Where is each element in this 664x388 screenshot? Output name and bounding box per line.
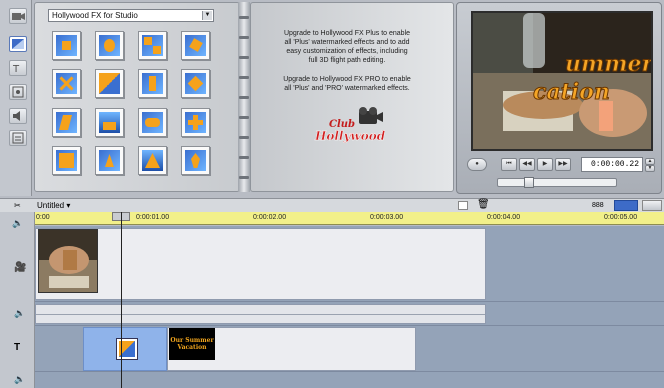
video-clip-thumbnail xyxy=(39,230,97,292)
menus-tab[interactable] xyxy=(9,130,27,146)
image-icon xyxy=(12,86,24,98)
ruler-label: 0:00:04.00 xyxy=(487,214,521,221)
ruler-label: 0:00:01.00 xyxy=(136,214,170,221)
transitions-tab[interactable] xyxy=(9,36,27,52)
effect-set-dropdown[interactable]: Hollywood FX for Studio ▼ xyxy=(48,9,214,22)
timeline-toolbar: ✂ Untitled ▾ 🗑 888 xyxy=(0,198,664,212)
transition-clip[interactable] xyxy=(83,327,167,371)
playhead-line[interactable] xyxy=(121,212,122,388)
ruler-label: 0:00:03.00 xyxy=(370,214,404,221)
split-clip-icon[interactable] xyxy=(458,201,468,210)
transition-thumbnail[interactable] xyxy=(95,31,124,60)
ruler-label: 0:00 xyxy=(36,214,50,221)
audio-waveform xyxy=(36,314,485,315)
sound-effects-tab[interactable] xyxy=(9,108,27,124)
titles-tab[interactable]: T xyxy=(9,60,27,76)
timeline-view-button[interactable] xyxy=(614,200,638,211)
transition-thumbnail[interactable] xyxy=(181,69,210,98)
trash-icon[interactable]: 🗑 xyxy=(477,199,490,210)
timeline-tracks: Our Summer Vacation xyxy=(35,226,664,388)
transition-thumbnail[interactable] xyxy=(181,146,210,175)
audio-track-icon[interactable]: 🔈 xyxy=(14,308,25,319)
project-title-text: Untitled xyxy=(37,201,65,210)
playback-scrubber[interactable] xyxy=(497,177,617,188)
audio-track xyxy=(35,302,664,326)
transition-thumbnail[interactable] xyxy=(95,69,124,98)
transition-thumbnail[interactable] xyxy=(52,146,81,175)
upgrade-pro-text: Upgrade to Hollywood FX PRO to enable al… xyxy=(283,76,411,92)
timecode-up[interactable]: ▲ xyxy=(645,158,655,165)
svg-text:T: T xyxy=(12,64,20,75)
timecode-field[interactable]: 0:00:00.22 xyxy=(581,157,643,172)
still-images-tab[interactable] xyxy=(9,84,27,100)
arrow-up-icon: ▲ xyxy=(647,158,653,164)
scissors-icon[interactable]: ✂ xyxy=(14,201,21,210)
track-headers: 🔈 🎥 🔈 T 🔈 xyxy=(0,212,35,388)
transition-thumbnail[interactable] xyxy=(52,31,81,60)
transition-thumbnail[interactable] xyxy=(181,31,210,60)
title-track-icon[interactable]: T xyxy=(14,342,20,353)
logo-bottom-text: Hollywood xyxy=(314,129,386,143)
dvd-icon: ● xyxy=(475,161,479,167)
video-track xyxy=(35,226,664,302)
transitions-icon xyxy=(12,39,24,49)
video-track-camera-icon[interactable]: 🎥 xyxy=(14,262,26,273)
transition-thumbnail[interactable] xyxy=(138,31,167,60)
title-clip[interactable]: Our Summer Vacation xyxy=(169,328,215,360)
ruler-label: 0:00:02.00 xyxy=(253,214,287,221)
title-track: Our Summer Vacation xyxy=(35,326,664,372)
arrow-down-icon: ▼ xyxy=(647,165,653,171)
transition-clip-icon xyxy=(116,338,138,360)
transition-thumbnail[interactable] xyxy=(138,69,167,98)
camera-icon xyxy=(12,13,25,20)
video-title-line2: cation xyxy=(533,79,610,105)
sound-track-icon[interactable]: 🔈 xyxy=(14,374,25,385)
player-controls: ● ⏮ ◀◀ ▶ ▶▶ 0:00:00.22 ▲ ▼ xyxy=(463,156,657,174)
rewind-icon: ◀◀ xyxy=(522,161,532,167)
album-binder-rings xyxy=(238,2,250,192)
transitions-album: Hollywood FX for Studio ▼ xyxy=(34,2,240,192)
play-icon: ▶ xyxy=(542,161,548,167)
fast-forward-button[interactable]: ▶▶ xyxy=(555,158,571,171)
preview-player: ummer cation ● ⏮ ◀◀ ▶ ▶▶ 0:00:00.22 ▲ ▼ xyxy=(456,2,662,194)
transition-thumbnail[interactable] xyxy=(52,108,81,137)
speaker-icon[interactable]: 🔈 xyxy=(12,218,23,229)
storyboard-view-icon[interactable]: 888 xyxy=(592,201,604,210)
transition-thumbnail[interactable] xyxy=(138,146,167,175)
video-clip[interactable] xyxy=(38,229,98,293)
transition-thumbnail[interactable] xyxy=(52,69,81,98)
effect-set-dropdown-value: Hollywood FX for Studio xyxy=(52,11,138,20)
transition-thumbnail[interactable] xyxy=(95,146,124,175)
transition-thumbnail[interactable] xyxy=(181,108,210,137)
video-title-line1: ummer xyxy=(565,51,651,77)
project-title[interactable]: Untitled ▾ xyxy=(37,200,70,211)
scrubber-handle[interactable] xyxy=(524,177,534,188)
transition-thumbnail[interactable] xyxy=(95,108,124,137)
chevron-down-icon[interactable]: ▼ xyxy=(202,11,212,20)
title-icon: T xyxy=(12,64,20,75)
album-tab-strip: T xyxy=(0,0,32,196)
text-view-button[interactable] xyxy=(642,200,662,211)
sound-track xyxy=(35,372,664,388)
menu-icon xyxy=(12,132,24,144)
go-to-start-button[interactable]: ⏮ xyxy=(501,158,517,171)
fast-forward-icon: ▶▶ xyxy=(558,161,568,167)
speaker-icon xyxy=(13,111,20,121)
skip-back-icon: ⏮ xyxy=(506,161,512,167)
timecode-down[interactable]: ▼ xyxy=(645,165,655,172)
ruler-label: 0:00:05.00 xyxy=(604,214,638,221)
club-hollywood-logo[interactable]: Club Hollywood xyxy=(311,107,395,147)
play-button[interactable]: ▶ xyxy=(537,158,553,171)
video-scenes-tab[interactable] xyxy=(9,8,27,24)
video-track-area[interactable] xyxy=(35,228,486,300)
transition-thumbnail[interactable] xyxy=(138,108,167,137)
video-preview: ummer cation xyxy=(471,11,653,151)
rewind-button[interactable]: ◀◀ xyxy=(519,158,535,171)
audio-track-area[interactable] xyxy=(35,304,486,324)
upgrade-plus-text: Upgrade to Hollywood FX Plus to enable a… xyxy=(283,30,411,64)
dvd-controls-button[interactable]: ● xyxy=(467,158,487,171)
album-info-page: Upgrade to Hollywood FX Plus to enable a… xyxy=(250,2,454,192)
